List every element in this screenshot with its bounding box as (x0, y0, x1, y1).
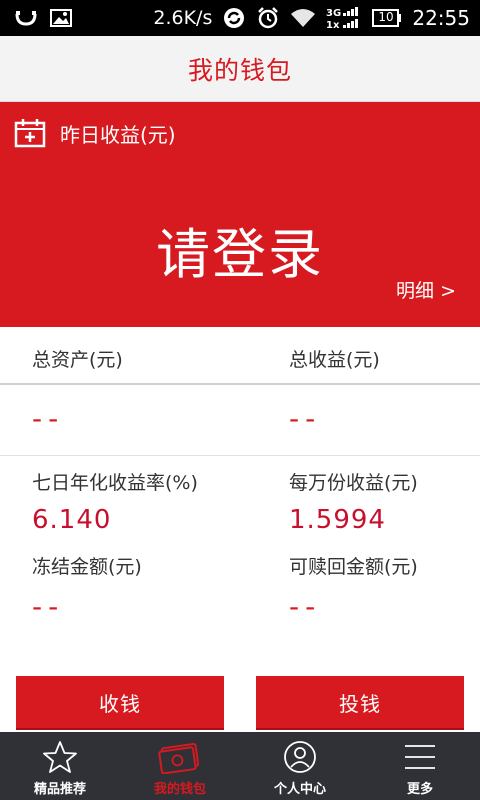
tab-label: 精品推荐 (33, 782, 86, 797)
total-assets-label: 总资产(元) (32, 349, 123, 371)
per-10k-income-label: 每万份收益(元) (289, 472, 418, 494)
clock: 22:55 (412, 6, 470, 30)
redeemable-amount-label: 可赎回金额(元) (289, 556, 418, 578)
page-title: 我的钱包 (187, 55, 292, 85)
star-icon (41, 740, 79, 774)
per-10k-income-value: 1.5994 (289, 505, 386, 535)
tab-more[interactable]: 更多 (360, 732, 480, 800)
network-speed: 2.6K/s (153, 7, 213, 29)
person-icon (282, 740, 318, 774)
svg-text:1x: 1x (326, 20, 340, 30)
total-income-value: -- (289, 402, 322, 435)
collect-money-button[interactable]: 收钱 (16, 676, 224, 728)
tab-my-wallet[interactable]: 我的钱包 (120, 732, 240, 800)
tab-featured[interactable]: 精品推荐 (0, 732, 120, 800)
wallet-icon (157, 740, 203, 774)
menu-icon (402, 740, 438, 774)
sync-icon (222, 6, 246, 30)
tab-label: 我的钱包 (153, 782, 206, 797)
battery-level: 10 (378, 10, 394, 24)
divider (0, 383, 480, 385)
detail-link[interactable]: 明细 > (396, 276, 456, 303)
yesterday-income-label: 昨日收益(元) (60, 122, 176, 147)
invest-money-button[interactable]: 投钱 (256, 676, 464, 728)
redeemable-amount-value: -- (289, 590, 322, 623)
divider (0, 455, 480, 456)
status-bar: 2.6K/s 3G 1x 10 22:55 (0, 0, 480, 36)
svg-text:3G: 3G (326, 8, 341, 19)
tab-label: 更多 (406, 782, 433, 797)
seven-day-yield-label: 七日年化收益率(%) (32, 472, 198, 494)
total-assets-value: -- (32, 402, 65, 435)
android-debug-icon (14, 8, 38, 28)
tab-label: 个人中心 (273, 782, 326, 797)
calendar-plus-icon (14, 118, 46, 148)
yesterday-income-banner: 昨日收益(元) 请登录 明细 > (0, 102, 480, 327)
seven-day-yield-value: 6.140 (32, 505, 112, 535)
battery-icon: 10 (372, 9, 402, 27)
frozen-amount-label: 冻结金额(元) (32, 556, 142, 578)
wifi-icon (290, 8, 316, 28)
signal-icon: 3G 1x (326, 6, 362, 30)
frozen-amount-value: -- (32, 590, 65, 623)
header: 我的钱包 (0, 36, 480, 102)
tab-personal-center[interactable]: 个人中心 (240, 732, 360, 800)
total-income-label: 总收益(元) (289, 349, 380, 371)
bottom-tab-bar: 精品推荐 我的钱包 个人中心 更多 (0, 732, 480, 800)
alarm-icon (256, 6, 280, 30)
image-icon (50, 9, 72, 27)
